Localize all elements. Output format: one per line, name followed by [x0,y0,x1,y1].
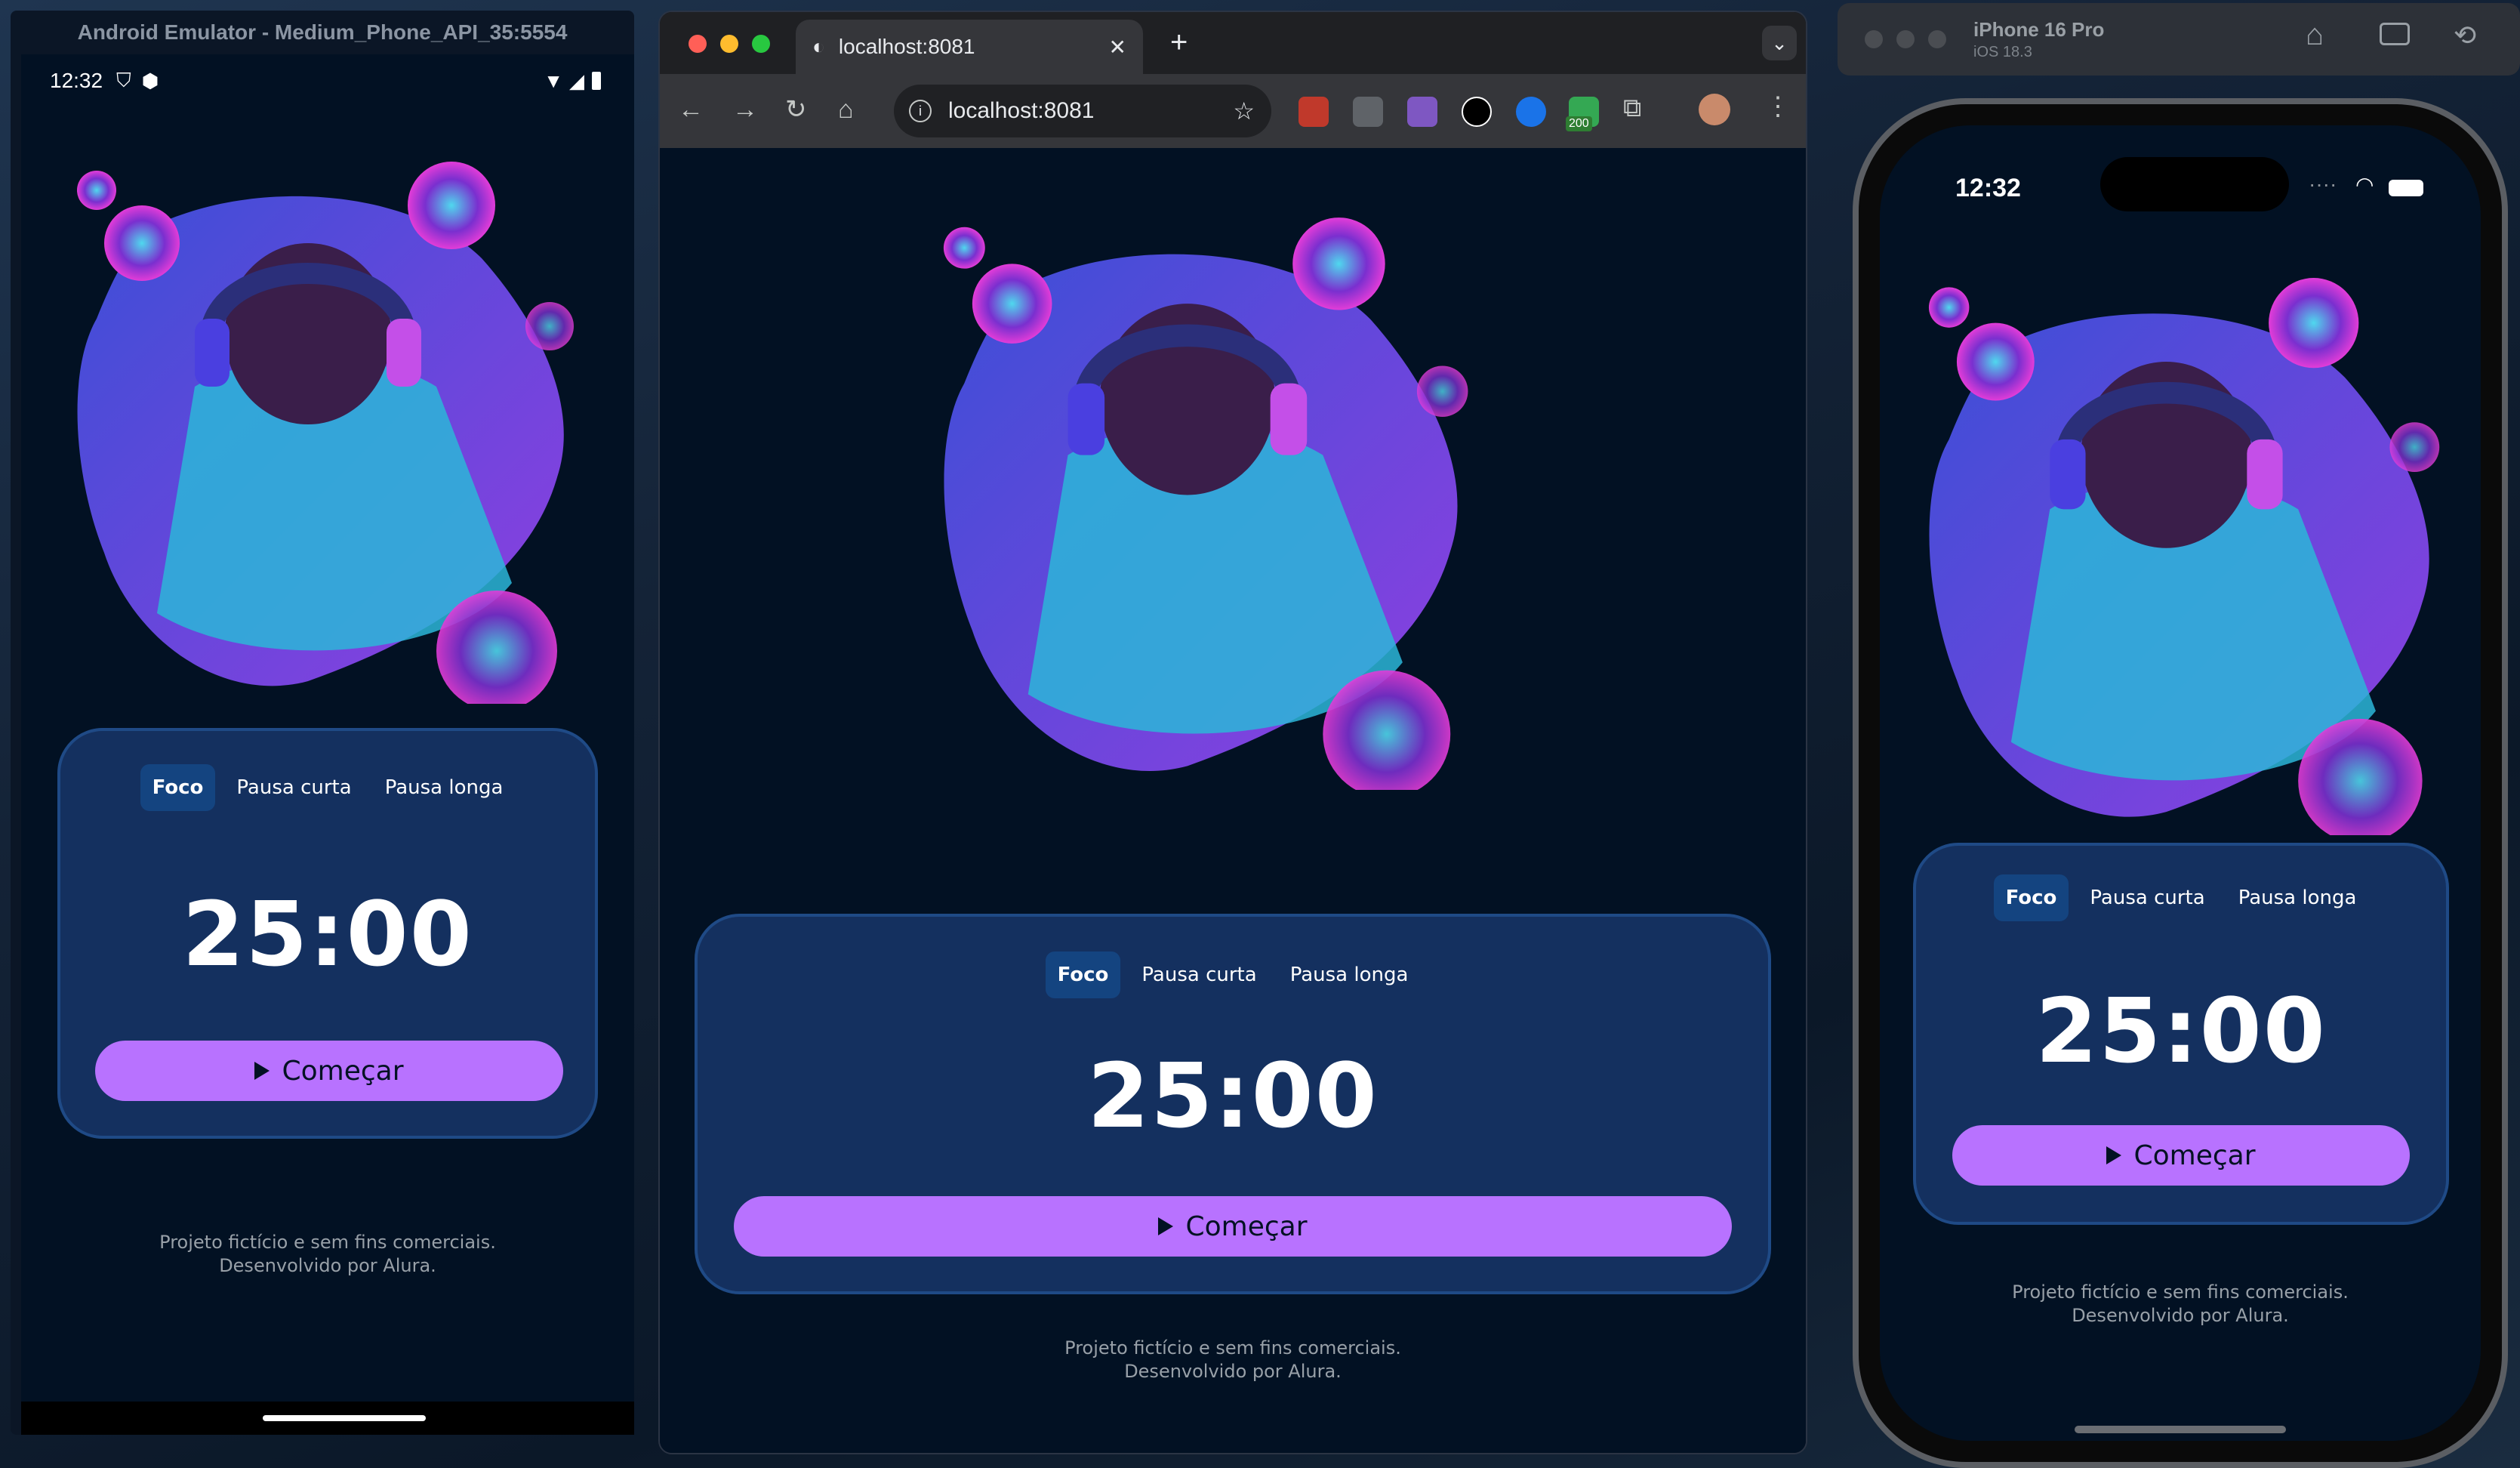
close-window-button[interactable] [689,35,707,53]
tab-short-break[interactable]: Pausa curta [224,764,363,811]
extensions-puzzle-icon[interactable]: ⧉ [1623,95,1641,121]
address-bar[interactable]: i localhost:8081 ☆ [894,85,1271,137]
timer-card: Foco Pausa curta Pausa longa 25:00 Começ… [1913,843,2449,1225]
browser-tab[interactable]: ◐ localhost:8081 ✕ [796,20,1143,74]
timer-card: Foco Pausa curta Pausa longa 25:00 Começ… [57,728,598,1139]
wifi-icon: ▼ [544,69,563,92]
android-window-title: Android Emulator - Medium_Phone_API_35:5… [77,20,568,44]
battery-icon [592,72,601,90]
wifi-icon: ◠ [2355,173,2374,196]
rotate-device-icon[interactable]: ⟲ [2454,20,2476,51]
sim-close-button[interactable] [1865,30,1883,48]
iphone-screen: 12:32 ···· ◠ Foco Pausa curta Pausa long… [1880,125,2481,1441]
chrome-window: ◐ localhost:8081 ✕ + ⌄ ← → ↻ ⌂ i localho… [658,11,1807,1454]
timer-display: 25:00 [1087,1044,1379,1148]
footer-text: Projeto fictício e sem fins comerciais. … [660,1337,1806,1383]
start-button[interactable]: Começar [95,1041,563,1101]
play-icon [254,1062,270,1080]
footer-line-1: Projeto fictício e sem fins comerciais. [1064,1337,1401,1359]
signal-dots-icon: ···· [2309,172,2337,196]
tab-short-break[interactable]: Pausa curta [1129,951,1268,998]
menu-kebab-icon[interactable]: ⋮ [1765,94,1791,119]
tab-long-break[interactable]: Pausa longa [1278,951,1421,998]
screenshot-camera-icon[interactable] [2380,23,2410,45]
address-url: localhost:8081 [948,98,1095,123]
close-tab-icon[interactable]: ✕ [1109,35,1126,60]
site-info-icon[interactable]: i [909,100,932,122]
extension-5-icon[interactable] [1516,97,1546,127]
sim-zoom-button[interactable] [1928,30,1946,48]
footer-line-2: Desenvolvido por Alura. [2072,1305,2289,1327]
android-clock: 12:32 [50,69,103,92]
dynamic-island [2100,157,2289,211]
favicon-icon: ◐ [812,35,825,58]
start-button[interactable]: Começar [1952,1125,2410,1186]
gesture-handle[interactable] [263,1415,426,1421]
start-button-label: Começar [282,1055,404,1087]
bookmark-star-icon[interactable]: ☆ [1233,97,1255,125]
extension-2-icon[interactable] [1353,97,1383,127]
footer-line-1: Projeto fictício e sem fins comerciais. [159,1232,496,1253]
forward-icon[interactable]: → [732,97,758,122]
tab-focus[interactable]: Foco [140,764,216,811]
zoom-window-button[interactable] [752,35,770,53]
chrome-tab-strip: ◐ localhost:8081 ✕ + ⌄ [660,12,1806,74]
simulator-os-version: iOS 18.3 [1973,44,2032,60]
browser-tab-title: localhost:8081 [838,35,975,58]
timer-card: Foco Pausa curta Pausa longa 25:00 Começ… [695,914,1771,1294]
chrome-toolbar: ← → ↻ ⌂ i localhost:8081 ☆ 200 ⧉ ⋮ [660,74,1806,148]
browser-app-screen: Foco Pausa curta Pausa longa 25:00 Começ… [660,148,1806,1453]
minimize-window-button[interactable] [720,35,738,53]
signal-icon: ◢ [569,69,584,92]
extension-3-icon[interactable] [1407,97,1437,127]
extension-6-icon[interactable]: 200 [1566,97,1599,131]
start-button-label: Começar [1185,1210,1308,1242]
tab-long-break[interactable]: Pausa longa [373,764,516,811]
android-emulator-window: Android Emulator - Medium_Phone_API_35:5… [11,11,634,1435]
footer-text: Projeto fictício e sem fins comerciais. … [21,1231,634,1278]
iphone-frame: 12:32 ···· ◠ Foco Pausa curta Pausa long… [1853,98,2508,1468]
extension-badge: 200 [1566,116,1592,131]
timer-display: 25:00 [182,882,473,986]
ios-clock: 12:32 [1955,174,2021,202]
android-app-screen: Foco Pausa curta Pausa longa 25:00 Começ… [21,107,634,1402]
battery-icon [2389,180,2423,196]
simulator-title-bar: iPhone 16 Pro iOS 18.3 ⌂ ⟲ [1838,3,2520,76]
tab-focus[interactable]: Foco [1993,874,2069,921]
sim-minimize-button[interactable] [1896,30,1915,48]
reload-icon[interactable]: ↻ [785,97,807,122]
tab-long-break[interactable]: Pausa longa [2226,874,2369,921]
play-icon [2106,1146,2122,1164]
footer-line-1: Projeto fictício e sem fins comerciais. [2012,1281,2349,1303]
extension-1-icon[interactable] [1299,97,1329,127]
shield-icon: ⛉ [116,69,131,91]
start-button-label: Começar [2133,1140,2256,1171]
tab-focus[interactable]: Foco [1045,951,1121,998]
tab-short-break[interactable]: Pausa curta [2078,874,2217,921]
home-icon[interactable]: ⌂ [838,97,854,122]
footer-line-2: Desenvolvido por Alura. [219,1255,436,1277]
profile-avatar[interactable] [1699,94,1730,125]
badge-icon: ⬢ [141,69,159,92]
start-button[interactable]: Começar [734,1196,1732,1257]
android-status-bar: 12:32 ⛉ ⬢ ▼ ◢ [21,54,634,107]
extension-4-icon[interactable] [1462,97,1492,127]
footer-text: Projeto fictício e sem fins comerciais. … [1880,1281,2481,1328]
hero-illustration [1928,278,2440,835]
footer-line-2: Desenvolvido por Alura. [1124,1361,1342,1383]
home-indicator[interactable] [2075,1426,2286,1433]
hero-illustration [943,217,1468,790]
home-icon[interactable]: ⌂ [2306,18,2324,52]
timer-display: 25:00 [2035,979,2327,1083]
hero-illustration [77,162,574,704]
play-icon [1158,1217,1174,1235]
tab-search-icon[interactable]: ⌄ [1762,26,1797,60]
android-nav-bar [21,1402,634,1435]
simulator-device-name: iPhone 16 Pro [1973,18,2105,41]
new-tab-button[interactable]: + [1170,26,1188,60]
back-icon[interactable]: ← [678,97,704,122]
